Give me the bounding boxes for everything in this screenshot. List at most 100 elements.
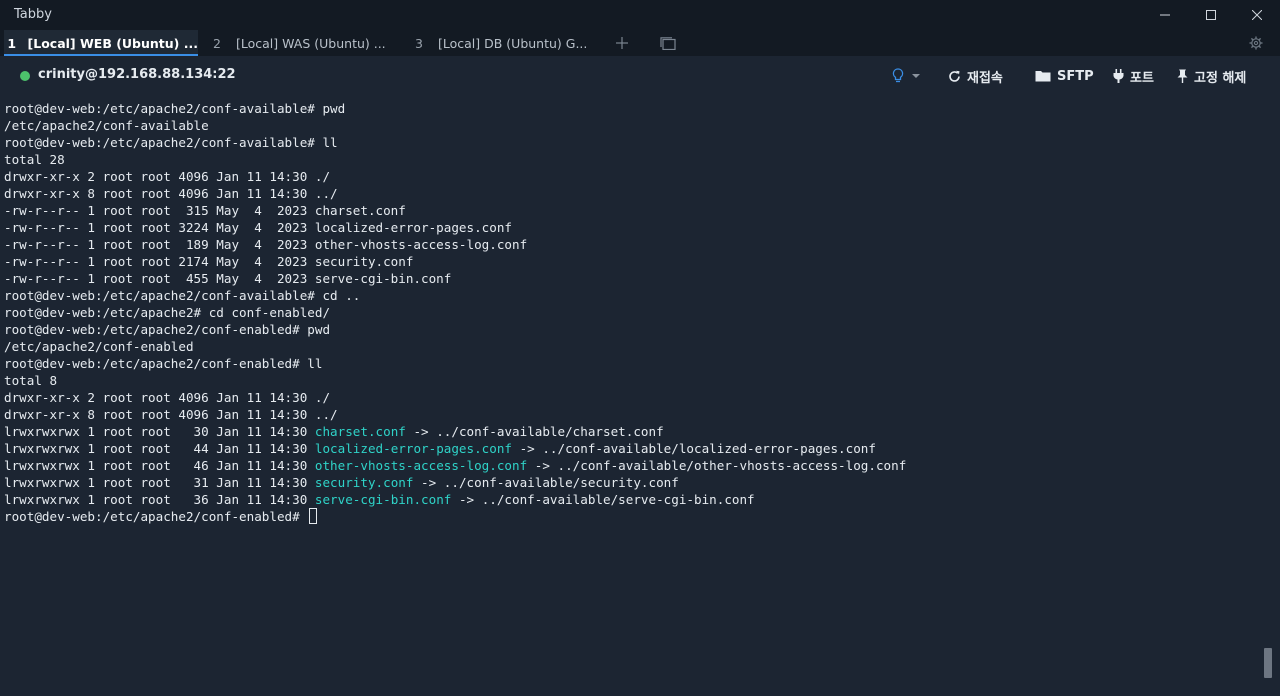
plus-icon	[616, 37, 628, 49]
terminal-line: drwxr-xr-x 8 root root 4096 Jan 11 14:30…	[4, 406, 1260, 423]
terminal-text: root@dev-web:/etc/apache2/conf-enabled# …	[4, 356, 323, 371]
sftp-button[interactable]: SFTP	[1035, 64, 1094, 88]
lightbulb-icon	[892, 68, 904, 83]
terminal-cursor	[309, 508, 318, 524]
gear-icon	[1249, 36, 1263, 50]
terminal-text: root@dev-web:/etc/apache2/conf-available…	[4, 135, 338, 150]
terminal-text: -rw-r--r-- 1 root root 3224 May 4 2023 l…	[4, 220, 512, 235]
refresh-icon	[949, 70, 960, 82]
terminal-text: root@dev-web:/etc/apache2/conf-available…	[4, 288, 361, 303]
terminal-text: total 8	[4, 373, 58, 388]
terminal-text: -rw-r--r-- 1 root root 189 May 4 2023 ot…	[4, 237, 528, 252]
ports-button[interactable]: 포트	[1113, 64, 1154, 88]
settings-button[interactable]	[1246, 33, 1266, 53]
terminal-line: lrwxrwxrwx 1 root root 31 Jan 11 14:30 s…	[4, 474, 1260, 491]
reconnect-label: 재접속	[967, 70, 1003, 86]
maximize-button[interactable]	[1188, 0, 1234, 30]
pin-icon	[1177, 69, 1188, 83]
terminal-text: lrwxrwxrwx 1 root root 36 Jan 11 14:30	[4, 492, 315, 507]
terminal-line: root@dev-web:/etc/apache2/conf-enabled#	[4, 508, 1260, 525]
terminal-line: -rw-r--r-- 1 root root 3224 May 4 2023 l…	[4, 219, 1260, 236]
terminal-line: lrwxrwxrwx 1 root root 36 Jan 11 14:30 s…	[4, 491, 1260, 508]
terminal-line: drwxr-xr-x 2 root root 4096 Jan 11 14:30…	[4, 389, 1260, 406]
tab-number: 1	[7, 35, 17, 51]
terminal-line: root@dev-web:/etc/apache2/conf-available…	[4, 287, 1260, 304]
profiles-button[interactable]	[658, 33, 678, 53]
close-button[interactable]	[1234, 0, 1280, 30]
tab-label: [Local] WEB (Ubuntu) ...	[27, 35, 198, 51]
terminal-output[interactable]: root@dev-web:/etc/apache2/conf-available…	[4, 100, 1260, 692]
terminal-line: drwxr-xr-x 8 root root 4096 Jan 11 14:30…	[4, 185, 1260, 202]
terminal-text: lrwxrwxrwx 1 root root 30 Jan 11 14:30	[4, 424, 315, 439]
terminal-text: total 28	[4, 152, 65, 167]
session-toolbar: crinity@192.168.88.134:22 재접속 SFTP 포트 고정…	[0, 56, 1280, 96]
tab-db[interactable]: 3 [Local] DB (Ubuntu) G...	[408, 30, 602, 56]
terminal-text: /etc/apache2/conf-available	[4, 118, 209, 133]
terminal-line: root@dev-web:/etc/apache2/conf-available…	[4, 100, 1260, 117]
terminal-text: -> ../conf-available/localized-error-pag…	[512, 441, 876, 456]
reconnect-button[interactable]: 재접속	[948, 64, 1003, 88]
terminal-line: root@dev-web:/etc/apache2# cd conf-enabl…	[4, 304, 1260, 321]
terminal-text: drwxr-xr-x 8 root root 4096 Jan 11 14:30…	[4, 407, 338, 422]
tab-number: 2	[213, 35, 221, 51]
terminal-line: -rw-r--r-- 1 root root 2174 May 4 2023 s…	[4, 253, 1260, 270]
tab-web[interactable]: 1 [Local] WEB (Ubuntu) ...	[4, 30, 198, 56]
terminal-line: /etc/apache2/conf-available	[4, 117, 1260, 134]
terminal-line: -rw-r--r-- 1 root root 455 May 4 2023 se…	[4, 270, 1260, 287]
terminal-line: -rw-r--r-- 1 root root 315 May 4 2023 ch…	[4, 202, 1260, 219]
terminal-text: -> ../conf-available/serve-cgi-bin.conf	[451, 492, 755, 507]
close-icon	[1252, 10, 1262, 20]
terminal-text: -rw-r--r-- 1 root root 455 May 4 2023 se…	[4, 271, 452, 286]
app-title: Tabby	[14, 7, 52, 22]
new-tab-button[interactable]	[612, 33, 632, 53]
terminal-line: -rw-r--r-- 1 root root 189 May 4 2023 ot…	[4, 236, 1260, 253]
terminal-text: lrwxrwxrwx 1 root root 46 Jan 11 14:30	[4, 458, 315, 473]
terminal-text: drwxr-xr-x 8 root root 4096 Jan 11 14:30…	[4, 186, 338, 201]
terminal-text: -rw-r--r-- 1 root root 2174 May 4 2023 s…	[4, 254, 414, 269]
plug-icon	[1113, 69, 1124, 83]
minimize-icon	[1160, 14, 1170, 16]
unpin-button[interactable]: 고정 해제	[1177, 64, 1246, 88]
terminal-scrollbar[interactable]	[1264, 648, 1272, 678]
maximize-icon	[1206, 10, 1216, 20]
chevron-down-icon	[912, 74, 920, 78]
terminal-text: root@dev-web:/etc/apache2/conf-enabled#	[4, 509, 308, 524]
ports-label: 포트	[1130, 70, 1154, 86]
symlink-name: charset.conf	[314, 424, 406, 439]
terminal-text: drwxr-xr-x 2 root root 4096 Jan 11 14:30…	[4, 169, 331, 184]
terminal-text: lrwxrwxrwx 1 root root 31 Jan 11 14:30	[4, 475, 315, 490]
terminal-text: lrwxrwxrwx 1 root root 44 Jan 11 14:30	[4, 441, 315, 456]
hints-dropdown-button[interactable]	[892, 64, 926, 88]
terminal-text: -rw-r--r-- 1 root root 315 May 4 2023 ch…	[4, 203, 406, 218]
sftp-label: SFTP	[1057, 68, 1094, 84]
terminal-line: total 8	[4, 372, 1260, 389]
terminal-line: /etc/apache2/conf-enabled	[4, 338, 1260, 355]
symlink-name: serve-cgi-bin.conf	[314, 492, 452, 507]
terminal-line: lrwxrwxrwx 1 root root 46 Jan 11 14:30 o…	[4, 457, 1260, 474]
title-bar: Tabby	[0, 0, 1280, 30]
terminal-line: root@dev-web:/etc/apache2/conf-enabled# …	[4, 321, 1260, 338]
tab-bar: 1 [Local] WEB (Ubuntu) ... 2 [Local] WAS…	[0, 30, 1280, 56]
symlink-name: localized-error-pages.conf	[314, 441, 513, 456]
terminal-text: -> ../conf-available/security.conf	[413, 475, 679, 490]
terminal-text: root@dev-web:/etc/apache2# cd conf-enabl…	[4, 305, 331, 320]
tab-was[interactable]: 2 [Local] WAS (Ubuntu) ...	[206, 30, 400, 56]
tab-label: [Local] WAS (Ubuntu) ...	[236, 35, 386, 51]
terminal-line: drwxr-xr-x 2 root root 4096 Jan 11 14:30…	[4, 168, 1260, 185]
terminal-line: root@dev-web:/etc/apache2/conf-available…	[4, 134, 1260, 151]
connection-host[interactable]: crinity@192.168.88.134:22	[38, 67, 236, 82]
terminal-line: lrwxrwxrwx 1 root root 30 Jan 11 14:30 c…	[4, 423, 1260, 440]
symlink-name: other-vhosts-access-log.conf	[314, 458, 528, 473]
window-stack-icon	[660, 36, 676, 50]
terminal-text: -> ../conf-available/charset.conf	[405, 424, 664, 439]
minimize-button[interactable]	[1142, 0, 1188, 30]
terminal-text: drwxr-xr-x 2 root root 4096 Jan 11 14:30…	[4, 390, 331, 405]
terminal-text: -> ../conf-available/other-vhosts-access…	[527, 458, 907, 473]
terminal-text: /etc/apache2/conf-enabled	[4, 339, 194, 354]
terminal-line: root@dev-web:/etc/apache2/conf-enabled# …	[4, 355, 1260, 372]
terminal-text: root@dev-web:/etc/apache2/conf-enabled# …	[4, 322, 331, 337]
unpin-label: 고정 해제	[1194, 70, 1247, 86]
terminal-line: total 28	[4, 151, 1260, 168]
folder-icon	[1035, 71, 1051, 82]
connection-status-dot	[20, 71, 30, 81]
